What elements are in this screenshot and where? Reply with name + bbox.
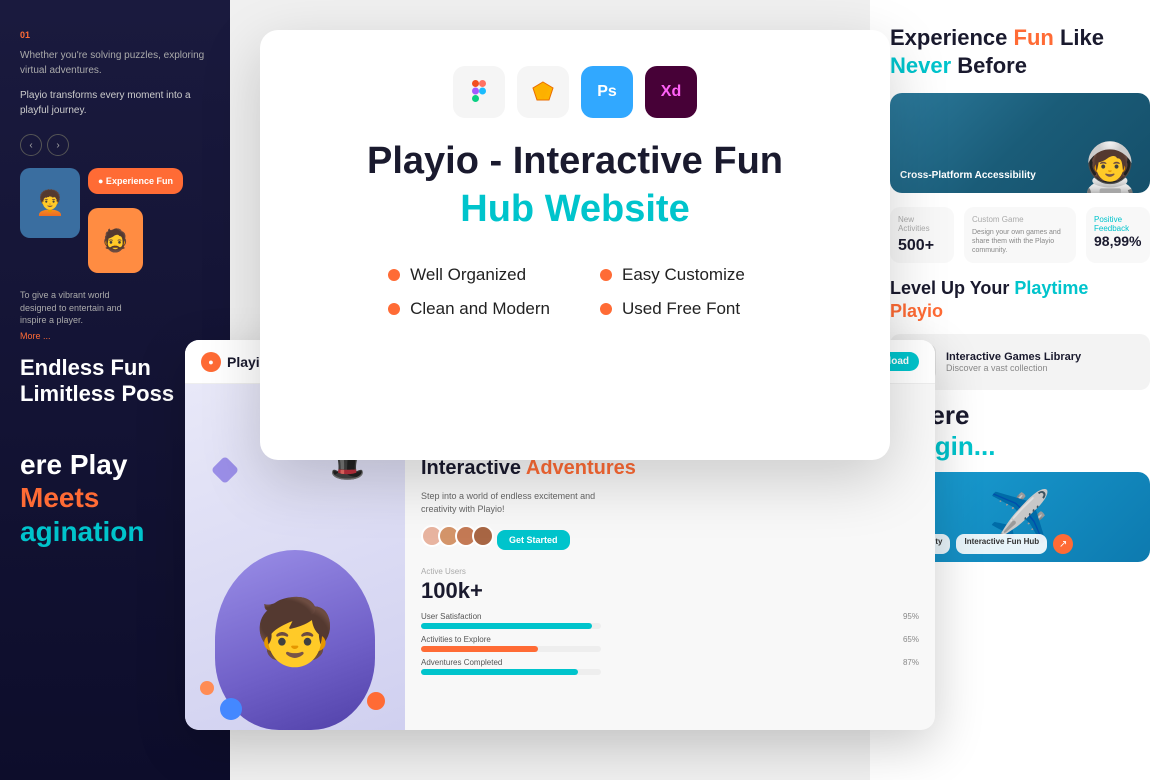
features-grid: Well Organized Easy Customize Clean and … [388, 265, 762, 319]
meets-text: Meets [20, 482, 99, 513]
right-before: Before [957, 53, 1027, 78]
ball-2 [200, 681, 214, 695]
right-title: Experience Fun Like Never Before [890, 24, 1150, 79]
feature-label-1: Well Organized [410, 265, 526, 285]
stat-custom-desc: Design your own games and share them wit… [972, 228, 1068, 255]
active-users-label: Active Users [421, 567, 919, 576]
stat-box-custom-game: Custom Game Design your own games and sh… [964, 207, 1076, 263]
left-nav: ‹ › [20, 134, 210, 156]
photoshop-icon: Ps [581, 66, 633, 118]
left-repeat-headline: ere Play Meets agination [20, 448, 210, 549]
stats-section: Active Users 100k+ User Satisfaction 95% [421, 567, 919, 675]
ball-3 [220, 698, 242, 720]
stat-feedback-label: Positive Feedback [1094, 215, 1142, 233]
figma-icon [453, 66, 505, 118]
stat-fill-3 [421, 669, 578, 675]
playtime-text: Playtime [1014, 278, 1088, 298]
experience-badge: ● Experience Fun [88, 168, 183, 194]
feature-label-4: Used Free Font [622, 299, 740, 319]
center-card: Ps Xd Playio - Interactive Fun Hub Websi… [260, 30, 890, 460]
char-box-2: 🧔 [88, 208, 143, 273]
left-desc: Playio transforms every moment into a pl… [20, 88, 210, 118]
ball-1 [367, 692, 385, 710]
stat-new-activities-label: New Activities [898, 215, 946, 233]
float-diamond [211, 456, 239, 484]
sketch-icon [517, 66, 569, 118]
stat-label-3: Adventures Completed 87% [421, 658, 919, 667]
left-bottom-desc: To give a vibrant worlddesigned to enter… [20, 289, 210, 327]
avatar-4 [472, 525, 494, 547]
feature-dot-3 [388, 303, 400, 315]
feature-dot-1 [388, 269, 400, 281]
cross-platform-label: Cross-Platform Accessibility [900, 170, 1036, 181]
feature-label-2: Easy Customize [622, 265, 745, 285]
feature-1: Well Organized [388, 265, 550, 285]
tool-icons: Ps Xd [453, 66, 697, 118]
stat-box-new-activities: New Activities 500+ [890, 207, 954, 263]
left-number: 01 [20, 30, 210, 40]
right-character: 🧑‍🚀 [1080, 145, 1140, 193]
playio-text: Playio [890, 301, 943, 321]
tag-arrow-icon[interactable]: ↗ [1053, 534, 1073, 554]
left-characters: 🧑‍🦱 ● Experience Fun 🧔 [20, 168, 210, 273]
right-like: Like [1060, 25, 1104, 50]
mockup-logo: ● Playio [201, 352, 268, 372]
logo-icon: ● [201, 352, 221, 372]
right-section-2-title: Level Up Your Playtime Playio [890, 277, 1150, 322]
stat-feedback-value: 98,99% [1094, 233, 1142, 249]
left-more-link[interactable]: More ... [20, 331, 210, 341]
feature-dot-2 [600, 269, 612, 281]
level-up-text: Level Up Your [890, 278, 1009, 298]
img-label: Cross-Platform Accessibility [900, 165, 1036, 183]
hero-description: Step into a world of endless excitement … [421, 490, 611, 515]
mini-card-1-sub: Discover a vast collection [946, 363, 1081, 373]
hero-adventures: Adventures [526, 457, 636, 479]
right-fun: Fun [1014, 25, 1060, 50]
stat-bars: User Satisfaction 95% Activities to Expl… [421, 612, 919, 675]
stat-pct-3: 87% [903, 658, 919, 667]
left-subtext: Whether you're solving puzzles, explorin… [20, 48, 210, 78]
feature-2: Easy Customize [600, 265, 762, 285]
endless-text: Endless Fun Limitless Poss [20, 355, 210, 408]
stat-box-feedback: Positive Feedback 98,99% [1086, 207, 1150, 263]
character-emoji: 🧒 [255, 595, 335, 670]
center-title: Playio - Interactive Fun [367, 140, 783, 184]
feature-label-3: Clean and Modern [410, 299, 550, 319]
tag-interactive: Interactive Fun Hub [956, 534, 1047, 554]
stat-row-3: Adventures Completed 87% [421, 658, 919, 675]
hero-interactive: Interactive [421, 457, 521, 479]
hero-avatars [421, 525, 489, 547]
get-started-button[interactable]: Get Started [497, 530, 570, 550]
stat-label-1: User Satisfaction 95% [421, 612, 919, 621]
stat-fill-2 [421, 646, 538, 652]
xd-icon: Xd [645, 66, 697, 118]
stat-row-1: User Satisfaction 95% [421, 612, 919, 629]
stat-new-activities-value: 500+ [898, 237, 946, 255]
mini-card-1-title: Interactive Games Library [946, 351, 1081, 363]
right-stats-row: New Activities 500+ Custom Game Design y… [890, 207, 1150, 263]
stat-row-2: Activities to Explore 65% [421, 635, 919, 652]
mini-card-1-content: Interactive Games Library Discover a vas… [946, 351, 1081, 373]
stat-bg-1 [421, 623, 601, 629]
right-hero-image: Cross-Platform Accessibility 🧑‍🚀 [890, 93, 1150, 193]
stat-bg-3 [421, 669, 601, 675]
nav-next[interactable]: › [47, 134, 69, 156]
char-box-1: 🧑‍🦱 [20, 168, 80, 238]
feature-4: Used Free Font [600, 299, 762, 319]
stat-label-2: Activities to Explore 65% [421, 635, 919, 644]
stat-fill-1 [421, 623, 592, 629]
active-users-count: 100k+ [421, 578, 919, 604]
nav-prev[interactable]: ‹ [20, 134, 42, 156]
center-subtitle: Hub Website [460, 188, 689, 231]
stat-bg-2 [421, 646, 601, 652]
hero-cta-row: Get Started [421, 525, 919, 555]
feature-dot-4 [600, 303, 612, 315]
feature-3: Clean and Modern [388, 299, 550, 319]
character-wrapper: 🧒 🎩 [195, 440, 395, 730]
right-never: Never [890, 53, 951, 78]
stat-pct-1: 95% [903, 612, 919, 621]
right-experience: Experience [890, 25, 1007, 50]
stat-custom-label: Custom Game [972, 215, 1068, 224]
stat-pct-2: 65% [903, 635, 919, 644]
